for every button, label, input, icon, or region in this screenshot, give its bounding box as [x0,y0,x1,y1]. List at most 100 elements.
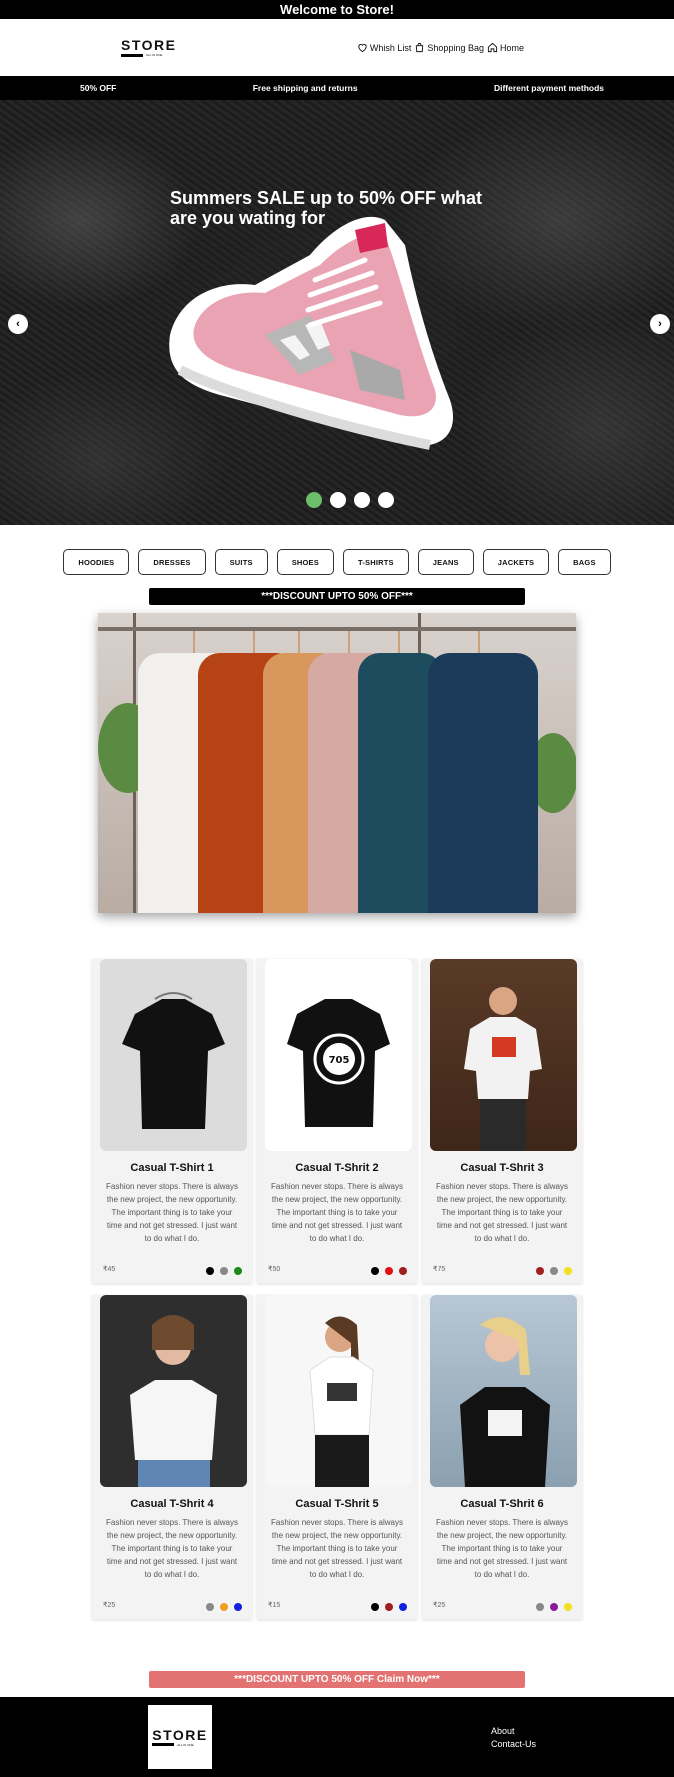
color-swatches [536,1267,572,1275]
product-name: Casual T-Shrit 4 [130,1498,214,1510]
chevron-left-icon: ‹ [16,318,20,330]
chevron-right-icon: › [658,318,662,330]
category-bags-button[interactable]: BAGS [558,549,611,575]
carousel-dot[interactable] [378,492,394,508]
featured-clothing-image [98,613,576,913]
promo-shipping: Free shipping and returns [252,83,358,93]
product-image [100,1295,247,1487]
hero-carousel: Summers SALE up to 50% OFF what are you … [0,100,674,525]
carousel-dot[interactable] [330,492,346,508]
carousel-dot[interactable] [354,492,370,508]
color-swatch[interactable] [371,1267,379,1275]
product-image [265,1295,412,1487]
product-price: ₹75 [433,1266,446,1273]
product-card[interactable]: Casual T-Shirt 1 Fashion never stops. Th… [92,959,252,1283]
color-swatches [536,1603,572,1611]
color-swatch[interactable] [234,1603,242,1611]
product-name: Casual T-Shrit 6 [460,1498,544,1510]
color-swatch[interactable] [564,1267,572,1275]
color-swatch[interactable] [564,1603,572,1611]
bag-icon [416,42,424,53]
carousel-dot[interactable] [306,492,322,508]
product-name: Casual T-Shrit 5 [295,1498,379,1510]
product-card[interactable]: Casual T-Shrit 3 Fashion never stops. Th… [422,959,582,1283]
color-swatch[interactable] [234,1267,242,1275]
product-description: Fashion never stops. There is always the… [436,1518,568,1579]
product-image [100,959,247,1151]
color-swatches [206,1267,242,1275]
color-swatch[interactable] [550,1267,558,1275]
wishlist-label: Whish List [369,42,412,53]
svg-text:705: 705 [329,1055,350,1066]
promo-discount: 50% OFF [80,83,117,93]
category-jackets-button[interactable]: JACKETS [482,549,550,575]
carousel-next-button[interactable]: › [650,314,670,334]
category-jeans-button[interactable]: JEANS [417,549,474,575]
nav-links: Whish List Shopping Bag Home [357,42,524,53]
color-swatch[interactable] [371,1603,379,1611]
welcome-text: Welcome to Store! [280,2,394,17]
welcome-banner: Welcome to Store! [0,0,674,19]
color-swatch[interactable] [399,1267,407,1275]
category-shoes-button[interactable]: SHOES [276,549,334,575]
product-description: Fashion never stops. There is always the… [436,1182,568,1243]
store-logo[interactable]: STORE ALL IN ONE [121,38,176,57]
promo-payment: Different payment methods [493,83,604,93]
color-swatch[interactable] [206,1267,214,1275]
product-name: Casual T-Shirt 1 [130,1162,214,1174]
product-name: Casual T-Shrit 3 [460,1162,544,1174]
category-dresses-button[interactable]: DRESSES [138,549,206,575]
product-image: 705 [265,959,412,1151]
footer-logo-tagline: ALL IN ONE [177,1742,194,1747]
color-swatch[interactable] [206,1603,214,1611]
category-suits-button[interactable]: SUITS [214,549,268,575]
product-price: ₹25 [103,1602,116,1609]
category-tshirts-button[interactable]: T-SHIRTS [342,549,409,575]
product-card[interactable]: Casual T-Shrit 5 Fashion never stops. Th… [257,1295,417,1619]
header-nav: STORE ALL IN ONE Whish List Shopping Bag… [0,19,674,76]
category-hoodies-button[interactable]: HOODIES [63,549,130,575]
product-description: Fashion never stops. There is always the… [106,1182,238,1243]
home-link[interactable]: Home [487,42,524,53]
footer-link-about[interactable]: About [491,1726,536,1736]
color-swatch[interactable] [550,1603,558,1611]
footer-logo[interactable]: STORE ALL IN ONE [148,1705,212,1769]
color-swatch[interactable] [220,1603,228,1611]
footer-links: About Contact-Us [491,1726,536,1749]
product-price: ₹25 [433,1602,446,1609]
shopping-bag-label: Shopping Bag [427,42,484,53]
color-swatch[interactable] [385,1603,393,1611]
footer-link-contact[interactable]: Contact-Us [491,1739,536,1749]
color-swatch[interactable] [385,1267,393,1275]
logo-text: STORE [121,37,177,53]
color-swatches [371,1603,407,1611]
product-card[interactable]: 705 Casual T-Shrit 2 Fashion never stops… [257,959,417,1283]
wishlist-link[interactable]: Whish List [357,42,412,53]
product-card[interactable]: Casual T-Shrit 4 Fashion never stops. Th… [92,1295,252,1619]
product-price: ₹45 [103,1266,116,1273]
product-price: ₹50 [268,1266,281,1273]
shopping-bag-link[interactable]: Shopping Bag [414,42,484,53]
product-image [430,1295,577,1487]
carousel-prev-button[interactable]: ‹ [8,314,28,334]
color-swatch[interactable] [536,1267,544,1275]
claim-discount-button[interactable]: ***DISCOUNT UPTO 50% OFF Claim Now*** [149,1671,525,1688]
footer: STORE ALL IN ONE About Contact-Us [0,1697,674,1777]
category-buttons: HOODIES DRESSES SUITS SHOES T-SHIRTS JEA… [0,549,674,575]
product-card[interactable]: Casual T-Shrit 6 Fashion never stops. Th… [422,1295,582,1619]
color-swatch[interactable] [220,1267,228,1275]
heart-icon [358,43,367,53]
color-swatch[interactable] [399,1603,407,1611]
sneaker-image [169,216,454,450]
product-name: Casual T-Shrit 2 [295,1162,379,1174]
promo-strip: 50% OFF Free shipping and returns Differ… [0,76,674,100]
product-description: Fashion never stops. There is always the… [106,1518,238,1579]
color-swatches [206,1603,242,1611]
footer-logo-text: STORE [152,1726,208,1743]
logo-tagline: ALL IN ONE [146,53,163,57]
color-swatch[interactable] [536,1603,544,1611]
product-description: Fashion never stops. There is always the… [271,1518,403,1579]
home-label: Home [499,42,524,53]
product-image [430,959,577,1151]
product-price: ₹15 [268,1602,281,1609]
